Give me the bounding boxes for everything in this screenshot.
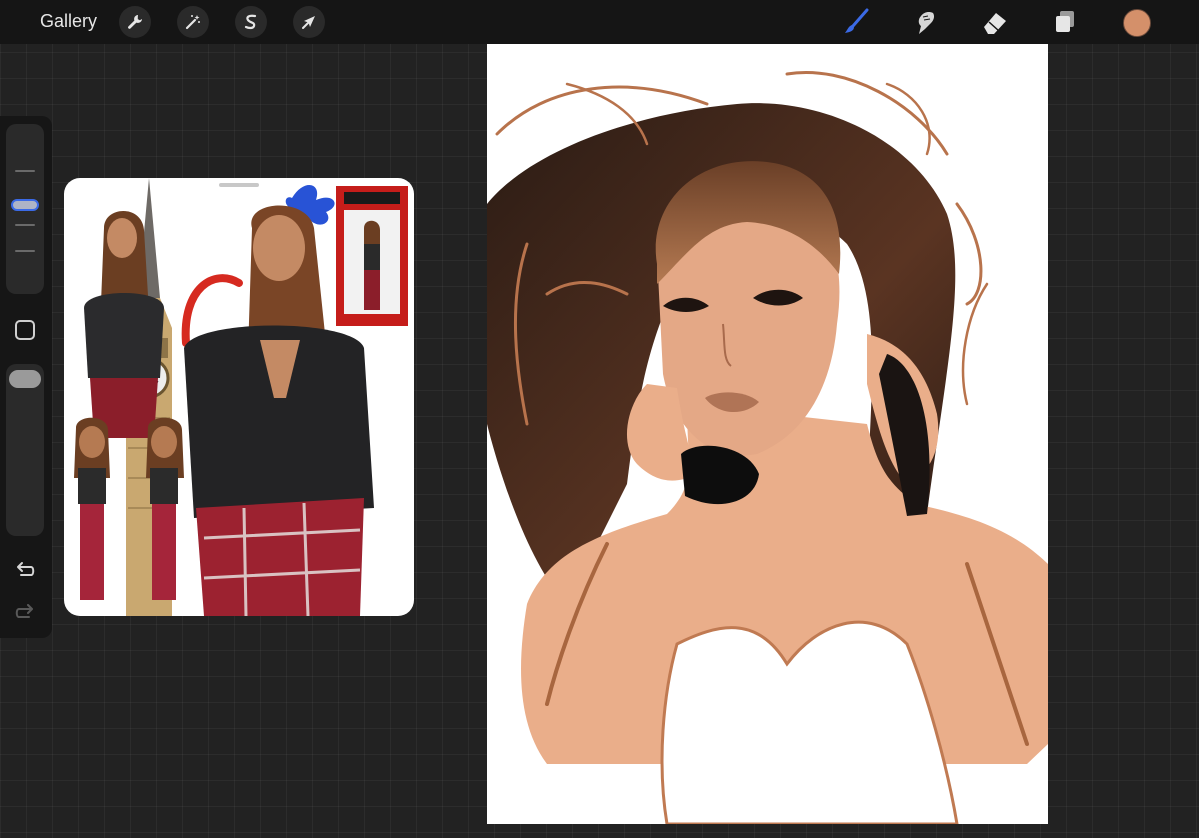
smudge-icon[interactable]: [909, 6, 941, 38]
selection-s-icon[interactable]: [235, 6, 267, 38]
brush-size-slider[interactable]: [6, 124, 44, 294]
color-swatch[interactable]: [1123, 9, 1151, 37]
top-toolbar: Gallery: [0, 0, 1199, 44]
square-icon[interactable]: [15, 320, 35, 340]
size-slider-thumb[interactable]: [11, 199, 39, 211]
opacity-slider-thumb[interactable]: [9, 370, 41, 388]
undo-icon[interactable]: [13, 558, 37, 582]
sidebar: [0, 116, 52, 638]
size-tick: [15, 224, 35, 226]
reference-image-panel[interactable]: [64, 178, 414, 616]
panel-drag-handle[interactable]: [219, 183, 259, 187]
arrow-cursor-icon[interactable]: [293, 6, 325, 38]
reference-collage-image: [74, 178, 408, 616]
magic-wand-icon[interactable]: [177, 6, 209, 38]
painting-artwork: [487, 71, 1048, 824]
gallery-button[interactable]: Gallery: [40, 11, 97, 32]
drawing-canvas[interactable]: [487, 44, 1048, 824]
redo-icon[interactable]: [13, 600, 37, 624]
eraser-icon[interactable]: [979, 6, 1011, 38]
size-tick: [15, 250, 35, 252]
wrench-icon[interactable]: [119, 6, 151, 38]
size-tick: [15, 170, 35, 172]
layers-icon[interactable]: [1049, 6, 1081, 38]
brush-opacity-slider[interactable]: [6, 364, 44, 536]
brush-icon[interactable]: [840, 6, 872, 38]
